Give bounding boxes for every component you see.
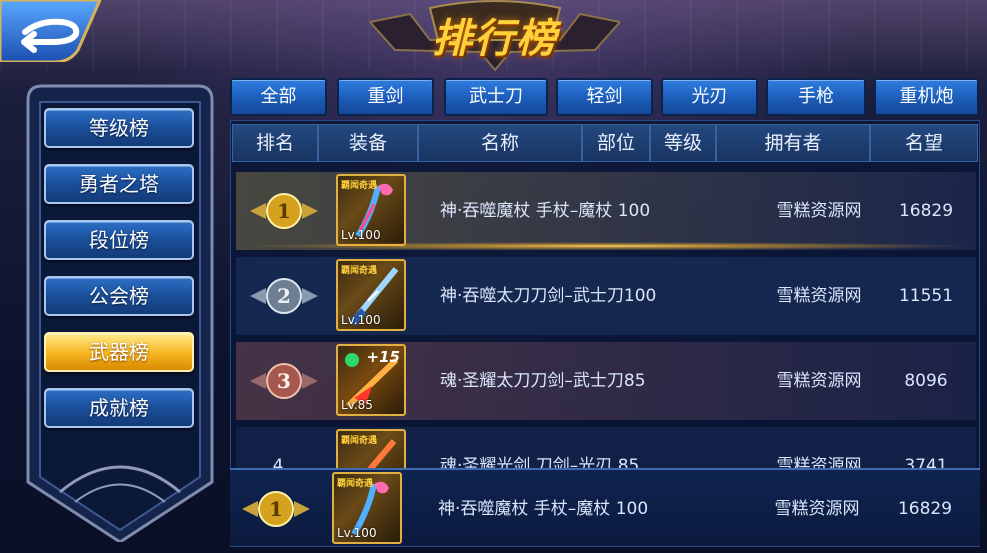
tab-heavy-mg[interactable]: 重机炮 — [874, 78, 979, 116]
equip-level: Lv.85 — [341, 398, 373, 412]
equipment-icon[interactable]: +15 Lv.85 — [336, 344, 406, 416]
gold-medal-icon: 1 — [242, 491, 310, 527]
equip-level: Lv.100 — [341, 313, 381, 327]
equip-level: Lv.100 — [341, 228, 381, 242]
svg-text:1: 1 — [277, 199, 291, 223]
tab-light-sword[interactable]: 轻剑 — [556, 78, 653, 116]
owner-name: 雪糕资源网 — [774, 499, 860, 519]
col-header-owner: 拥有者 — [716, 124, 870, 162]
fame-value: 11551 — [898, 286, 954, 306]
equipment-icon[interactable]: 覇闻奇遇 Lv.100 — [336, 259, 406, 331]
item-name: 魂·圣耀光剑 刀剑–光刃 85 — [440, 456, 640, 468]
sidebar-item-weapon[interactable]: 武器榜 — [44, 332, 194, 372]
table-row[interactable]: 1 覇闻奇遇 Lv.100 神·吞噬魔杖 手杖–魔杖 100 雪糕资源网 168… — [236, 172, 976, 250]
gold-medal-icon: 1 — [250, 193, 318, 229]
col-header-fame: 名望 — [870, 124, 978, 162]
sidebar-item-rank-tier[interactable]: 段位榜 — [44, 220, 194, 260]
back-button[interactable] — [0, 0, 110, 64]
equip-tag: 覇闻奇遇 — [341, 436, 378, 446]
equip-level: Lv.100 — [337, 526, 377, 540]
bronze-medal-icon: 3 — [250, 363, 318, 399]
page-title: 排行榜 — [432, 16, 558, 62]
tab-lightblade[interactable]: 光刃 — [661, 78, 758, 116]
col-header-level: 等级 — [650, 124, 716, 162]
svg-text:1: 1 — [269, 497, 283, 521]
title-banner: 排行榜 — [370, 0, 620, 72]
equip-tag: 覇闻奇遇 — [341, 181, 378, 191]
tab-heavy-sword[interactable]: 重剑 — [337, 78, 434, 116]
table-row[interactable]: 2 覇闻奇遇 Lv.100 神·吞噬太刀刀剑–武士刀100 雪糕资源网 1155… — [236, 257, 976, 335]
col-header-slot: 部位 — [582, 124, 650, 162]
svg-text:3: 3 — [277, 369, 291, 393]
fame-value: 16829 — [897, 499, 953, 519]
col-header-equip: 装备 — [318, 124, 418, 162]
equip-tag: 覇闻奇遇 — [341, 266, 378, 276]
tab-pistol[interactable]: 手枪 — [766, 78, 866, 116]
rank-number: 4 — [272, 456, 284, 468]
sidebar: 等级榜 勇者之塔 段位榜 公会榜 武器榜 成就榜 — [20, 82, 220, 542]
svg-text:2: 2 — [277, 284, 291, 308]
back-arrow-icon — [0, 0, 102, 64]
table-row[interactable]: 3 +15 Lv.85 魂·圣耀太刀刀剑–武士刀85 雪糕资源网 8096 — [236, 342, 976, 420]
fame-value: 3741 — [904, 456, 948, 468]
item-name: 魂·圣耀太刀刀剑–武士刀85 — [440, 371, 646, 391]
equip-tag: 覇闻奇遇 — [337, 479, 374, 489]
fame-value: 8096 — [904, 371, 948, 391]
item-name: 神·吞噬魔杖 手杖–魔杖 100 — [440, 201, 651, 221]
equipment-icon[interactable]: 覇闻奇遇 Lv.100 — [336, 174, 406, 246]
fame-value: 16829 — [898, 201, 954, 221]
col-header-name: 名称 — [418, 124, 582, 162]
my-rank-row[interactable]: 1 覇闻奇遇 Lv.100 神·吞噬魔杖 手杖–魔杖 100 雪糕资源网 168… — [230, 468, 980, 546]
tab-katana[interactable]: 武士刀 — [444, 78, 548, 116]
silver-medal-icon: 2 — [250, 278, 318, 314]
sidebar-item-guild[interactable]: 公会榜 — [44, 276, 194, 316]
table-row[interactable]: 4 覇闻奇遇 魂·圣耀光剑 刀剑–光刃 85 雪糕资源网 3741 — [236, 427, 976, 468]
sidebar-item-level[interactable]: 等级榜 — [44, 108, 194, 148]
col-header-rank: 排名 — [232, 124, 318, 162]
enhance-level: +15 — [366, 348, 400, 366]
sidebar-item-tower[interactable]: 勇者之塔 — [44, 164, 194, 204]
owner-name: 雪糕资源网 — [776, 201, 862, 221]
item-name: 神·吞噬魔杖 手杖–魔杖 100 — [438, 499, 649, 519]
item-name: 神·吞噬太刀刀剑–武士刀100 — [440, 286, 657, 306]
sparkle-effect — [240, 242, 975, 250]
sidebar-item-achievement[interactable]: 成就榜 — [44, 388, 194, 428]
owner-name: 雪糕资源网 — [776, 456, 862, 468]
equipment-icon[interactable]: 覇闻奇遇 Lv.100 — [332, 472, 402, 544]
equipment-icon[interactable]: 覇闻奇遇 — [336, 429, 406, 468]
owner-name: 雪糕资源网 — [776, 371, 862, 391]
owner-name: 雪糕资源网 — [776, 286, 862, 306]
tab-all[interactable]: 全部 — [230, 78, 327, 116]
